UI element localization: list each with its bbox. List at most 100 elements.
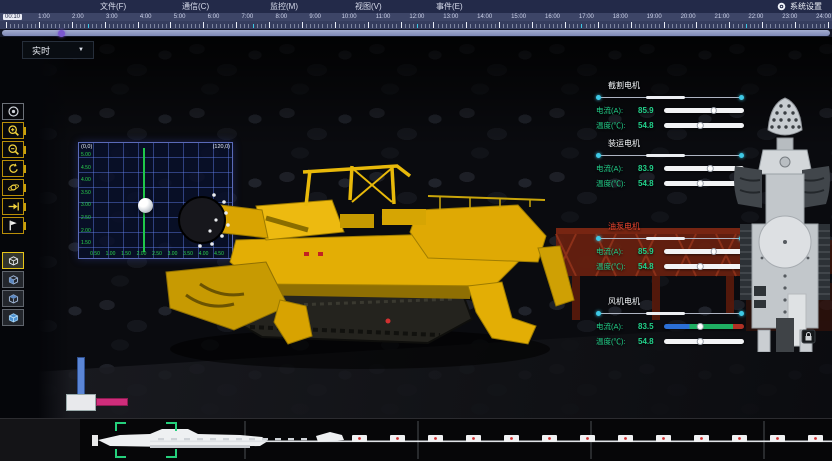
pan-view-button[interactable] [2,198,24,215]
timeline-tick [590,24,591,28]
timeline-tick [770,24,771,28]
metric-bar-knob[interactable] [707,165,714,172]
menu-item-3[interactable]: 视图(V) [351,0,386,13]
timeline-tick [479,24,480,28]
timeline-tick [59,24,60,28]
view-cube-iso-icon [7,311,20,324]
orbit-view-button[interactable] [2,179,24,196]
3d-viewport[interactable]: (0,0) (120,0) 5.004.504.003.503.002.502.… [0,37,832,461]
view-cube-top-icon [7,292,20,305]
timeline-tick [495,24,496,28]
rotate-view-button[interactable] [2,160,24,177]
timeline-hour-label: 4:00 [140,14,152,20]
metric-bar-knob[interactable] [697,122,704,129]
timeline-tick [10,24,11,28]
roadheader-machine [166,166,574,369]
timeline-tick [417,24,418,28]
x-axis-bar [96,398,128,406]
motor-range-slider[interactable] [596,94,744,100]
timeline-tick [76,24,77,28]
timeline-hour-label: 22:00 [748,14,763,20]
motor-metric-row: 温度(℃):54.8 [594,334,746,349]
timeline-tick [405,24,406,28]
mode-dropdown[interactable]: 实时 ▼ [22,41,94,59]
playhead-marker[interactable] [58,30,65,37]
timeline-tick [775,24,776,28]
timeline-tick [302,22,303,28]
timeline-tick [635,24,636,28]
strip-conveyor-block [732,435,747,442]
metric-bar-knob[interactable] [697,338,704,345]
flag-marker-button[interactable] [2,217,24,234]
timeline-tick [758,24,759,28]
timeline-tick [709,24,710,28]
timeline-tick [565,22,566,28]
timeline-tick [701,24,702,28]
view-cube-top-button[interactable] [2,290,24,307]
gear-icon [777,2,786,11]
motor-range-slider[interactable] [596,310,744,316]
timeline-hour-label: 21:00 [714,14,729,20]
menu-item-0[interactable]: 文件(F) [96,0,130,13]
view-cube-iso-button[interactable] [2,309,24,326]
motor-panel-2: 油泵电机电流(A):85.9温度(℃):54.8 [594,221,746,274]
timeline-tick [364,24,365,28]
metric-bar-knob[interactable] [710,107,717,114]
menu-item-2[interactable]: 监控(M) [266,0,302,13]
timeline-tick [738,24,739,28]
timeline-tick [191,24,192,28]
timeline-tick [569,24,570,28]
timeline-tick [96,24,97,28]
timeline-tick [573,24,574,28]
motor-range-slider[interactable] [596,235,744,241]
system-settings-label: 系统设置 [790,1,822,12]
metric-label: 温度(℃): [596,336,638,347]
timeline-tick [824,24,825,28]
template-sphere [138,198,153,213]
timeline-ticks [0,21,832,29]
view-cube-side-button[interactable] [2,271,24,288]
timeline-tick [520,24,521,28]
strip-conveyor-block [428,435,443,442]
timeline-tick [121,24,122,28]
zoom-out-icon [7,143,20,156]
timeline-tick [524,24,525,28]
scrollbar-track[interactable] [2,30,830,36]
timeline-hour-label: 20:00 [681,14,696,20]
metric-bar-knob[interactable] [710,248,717,255]
timeline-tick [368,22,369,28]
motor-range-slider[interactable] [596,152,744,158]
zoom-in-button[interactable] [2,122,24,139]
metric-label: 电流(A): [596,321,638,332]
focus-target-button[interactable] [2,103,24,120]
timeline-tick [639,24,640,28]
metric-label: 电流(A): [596,163,638,174]
timeline-tick [429,24,430,28]
timeline-tick [581,24,582,28]
timeline-hour-label: 6:00 [208,14,220,20]
timeline-tick [820,24,821,28]
timeline-tick [43,24,44,28]
system-settings-button[interactable]: 系统设置 [777,0,822,13]
timeline-ruler[interactable]: 00:101:002:003:004:005:006:007:008:009:0… [0,13,832,29]
zoom-out-button[interactable] [2,141,24,158]
view-cube-front-button[interactable] [2,252,24,269]
timeline-scrollbar[interactable] [0,29,832,37]
timeline-tick [27,24,28,28]
timeline-tick [105,22,106,28]
timeline-tick [536,24,537,28]
equipment-train-strip[interactable] [0,418,832,461]
timeline-tick [125,24,126,28]
metric-bar-knob[interactable] [697,180,704,187]
strip-conveyor-block [504,435,519,442]
timeline-tick [606,24,607,28]
motor-metric-row: 温度(℃):54.8 [594,259,746,274]
metric-value: 54.8 [638,179,664,188]
metric-bar-knob[interactable] [697,323,704,330]
metric-bar-knob[interactable] [697,263,704,270]
timeline-tick [746,24,747,28]
timeline-tick [438,24,439,28]
menu-item-1[interactable]: 通信(C) [178,0,213,13]
timeline-tick [187,24,188,28]
menu-item-4[interactable]: 事件(E) [432,0,467,13]
